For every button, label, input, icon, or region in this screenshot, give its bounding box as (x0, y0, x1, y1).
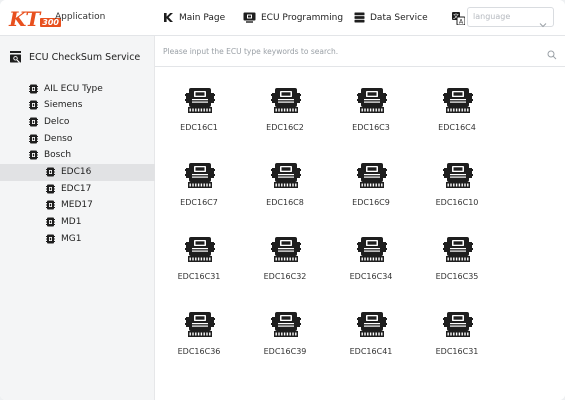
ecu-chip-icon (29, 150, 38, 160)
ecu-card-label: EDC16C7 (180, 198, 218, 207)
ecu-card-edc16c2[interactable]: EDC16C2 (250, 82, 320, 144)
chevron-down-icon (539, 13, 547, 32)
search-icon[interactable] (547, 45, 557, 64)
language-placeholder: language (473, 12, 511, 21)
sidebar-item-ail-ecu-type[interactable]: AIL ECU Type (29, 80, 103, 97)
ecu-card-label: EDC16C3 (352, 123, 390, 132)
nav-data-service-label: Data Service (370, 12, 428, 23)
ecu-card-edc16c8[interactable]: EDC16C8 (250, 157, 320, 219)
ecu-card-edc16c4[interactable]: EDC16C4 (422, 82, 492, 144)
app-logo: KT 300 (9, 7, 61, 29)
ecu-card-label: EDC16C36 (177, 347, 221, 356)
ecu-chip-icon (46, 234, 55, 244)
nav-ecu-programming[interactable]: ECU Programming (243, 0, 343, 35)
sidebar-item-label: Denso (44, 133, 73, 144)
ecu-card-edc16c39[interactable]: EDC16C39 (250, 306, 320, 368)
sidebar-item-label: Delco (44, 116, 70, 127)
app-window: KT 300 Application Main Page ECU Program… (0, 0, 565, 400)
sidebar-item-denso[interactable]: Denso (29, 130, 72, 147)
ecu-card-edc16c1[interactable]: EDC16C1 (164, 82, 234, 144)
ecu-chip-icon (46, 200, 55, 210)
ecu-chip-icon (29, 100, 38, 110)
nav-main-page-label: Main Page (179, 12, 226, 23)
ecu-grid: EDC16C1 EDC16C2 EDC16C3 EDC16C4 EDC16C7 EDC16… (155, 67, 565, 400)
app-name: Application (55, 12, 106, 22)
sidebar-item-label: Siemens (44, 100, 83, 111)
ecu-chip-icon (29, 134, 38, 144)
sidebar-item-med17[interactable]: MED17 (46, 197, 93, 214)
top-bar: KT 300 Application Main Page ECU Program… (0, 0, 565, 36)
ecu-card-label: EDC16C32 (263, 272, 307, 281)
ecu-chip-icon (29, 84, 38, 94)
ecu-card-label: EDC16C31 (435, 347, 479, 356)
ecu-card-label: EDC16C2 (266, 123, 304, 132)
ecu-card-label: EDC16C9 (352, 198, 390, 207)
sidebar-item-md1[interactable]: MD1 (46, 214, 81, 231)
search-bar (155, 36, 565, 67)
nav-data-service[interactable]: Data Service (354, 0, 428, 35)
sidebar-item-label: EDC16 (61, 167, 92, 177)
nav-ecu-programming-label: ECU Programming (261, 12, 344, 23)
ecu-chip-icon (46, 217, 55, 227)
ecu-card-edc16c9[interactable]: EDC16C9 (336, 157, 406, 219)
sidebar-item-mg1[interactable]: MG1 (46, 230, 81, 247)
sidebar-item-edc17[interactable]: EDC17 (46, 180, 91, 197)
sidebar-item-label: AIL ECU Type (44, 83, 103, 94)
sidebar-item-siemens[interactable]: Siemens (29, 97, 82, 114)
language-select[interactable]: language (467, 7, 554, 28)
ecu-card-label: EDC16C34 (349, 272, 393, 281)
ecu-card-label: EDC16C8 (266, 198, 304, 207)
ecu-card-edc16c41[interactable]: EDC16C41 (336, 306, 406, 368)
sidebar-title: ECU CheckSum Service (10, 51, 140, 63)
ecu-card-edc16c10[interactable]: EDC16C10 (422, 157, 492, 219)
sidebar-item-label: MED17 (61, 200, 93, 211)
ecu-chip-icon (46, 167, 55, 177)
sidebar-item-delco[interactable]: Delco (29, 113, 69, 130)
database-icon (354, 12, 365, 23)
sidebar-item-label: Bosch (44, 150, 72, 161)
ecu-card-edc16c31[interactable]: EDC16C31 (422, 306, 492, 368)
chip-monitor-icon (243, 12, 256, 23)
ecu-card-label: EDC16C35 (435, 272, 479, 281)
ecu-card-label: EDC16C41 (349, 347, 393, 356)
sidebar-title-label: ECU CheckSum Service (29, 51, 141, 63)
sidebar-item-label: MG1 (61, 233, 82, 244)
sidebar-item-label: EDC17 (61, 183, 92, 194)
ecu-chip-icon (29, 117, 38, 127)
ecu-card-edc16c7[interactable]: EDC16C7 (164, 157, 234, 219)
sidebar: ECU CheckSum Service AIL ECU Type Siemens… (0, 36, 200, 400)
logo-text: KT (9, 7, 40, 31)
ecu-card-edc16c35[interactable]: EDC16C35 (422, 231, 492, 293)
ecu-card-label: EDC16C10 (435, 198, 479, 207)
ecu-card-edc16c32[interactable]: EDC16C32 (250, 231, 320, 293)
ecu-card-edc16c36[interactable]: EDC16C36 (164, 306, 234, 368)
ecu-card-label: EDC16C39 (263, 347, 307, 356)
ecu-card-edc16c34[interactable]: EDC16C34 (336, 231, 406, 293)
ecu-card-label: EDC16C31 (177, 272, 221, 281)
sidebar-item-bosch[interactable]: Bosch (29, 147, 71, 164)
sidebar-item-label: MD1 (61, 217, 82, 228)
nav-main-page[interactable]: Main Page (163, 0, 225, 35)
ecu-chip-icon (46, 184, 55, 194)
k-logo-icon (163, 12, 174, 23)
ecu-card-edc16c31[interactable]: EDC16C31 (164, 231, 234, 293)
ecu-card-label: EDC16C1 (180, 123, 218, 132)
ecu-card-label: EDC16C4 (438, 123, 476, 132)
translate-icon: 文A (452, 10, 466, 26)
ecu-card-edc16c3[interactable]: EDC16C3 (336, 82, 406, 144)
search-input[interactable] (163, 43, 533, 59)
checksum-icon (10, 51, 23, 63)
